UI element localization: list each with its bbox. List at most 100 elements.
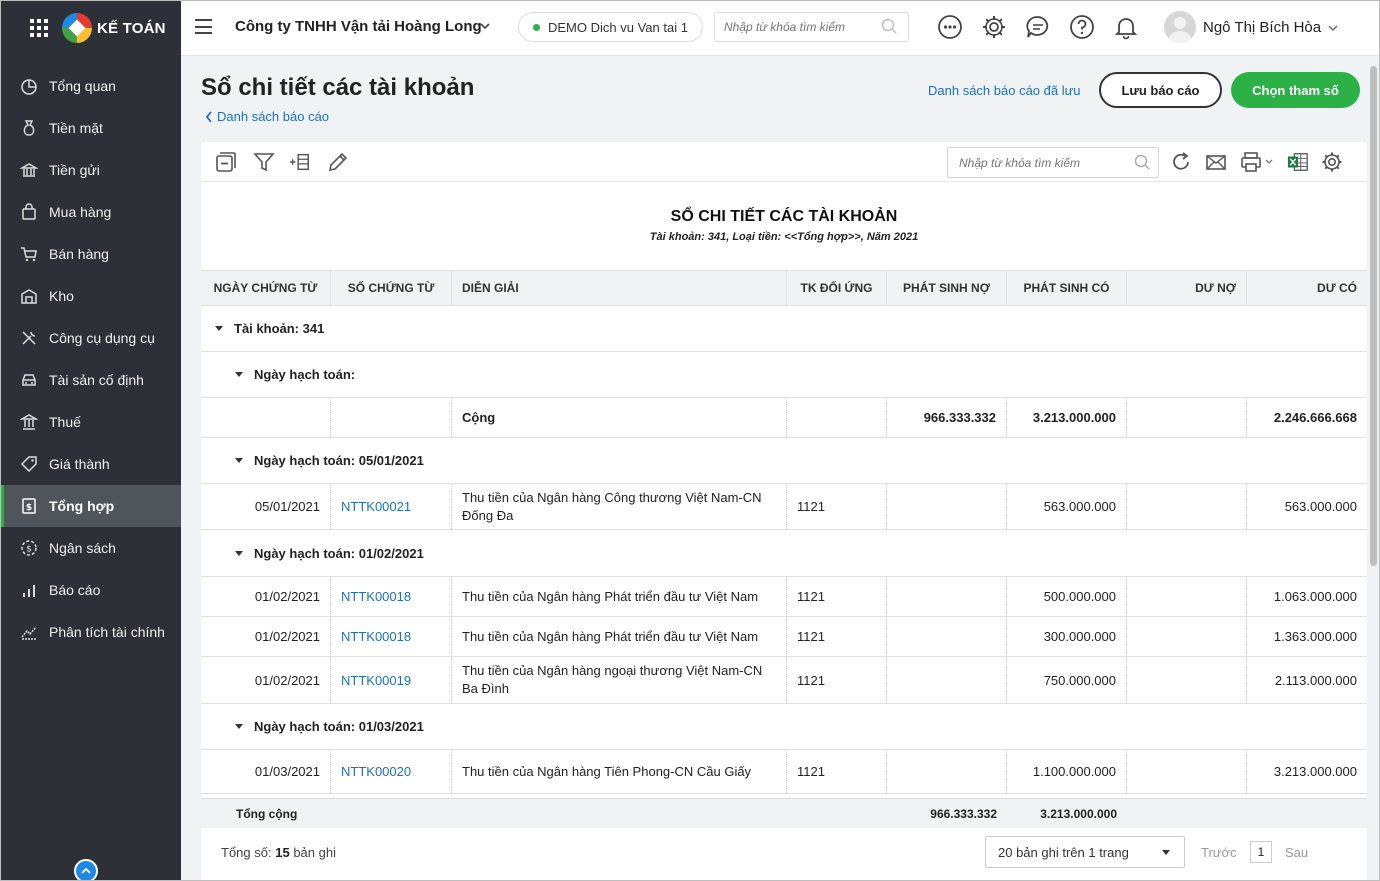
caret-down-icon[interactable]: [235, 372, 243, 377]
budget-coin-icon: $: [20, 539, 38, 557]
app-grid-icon[interactable]: [30, 19, 48, 37]
back-to-report-list-link[interactable]: Danh sách báo cáo: [205, 109, 329, 124]
save-report-button[interactable]: Lưu báo cáo: [1099, 72, 1222, 108]
sidebar-item-tong-hop[interactable]: $ Tổng hợp: [0, 485, 181, 527]
report-search-input[interactable]: [947, 147, 1159, 178]
sidebar-item-ban-hang[interactable]: Bán hàng: [0, 233, 181, 275]
report-toolbar: [201, 142, 1367, 182]
page-size-select[interactable]: 20 bản ghi trên 1 trang: [985, 836, 1185, 868]
sidebar-item-tai-san[interactable]: Tài sản cố định: [0, 359, 181, 401]
voucher-link[interactable]: NTTK00020: [331, 750, 452, 793]
printer-icon: [1241, 152, 1273, 172]
group-label: Tài khoản: 341: [234, 321, 325, 336]
table-row[interactable]: 01/02/2021 NTTK00019 Thu tiền của Ngân h…: [201, 657, 1367, 704]
voucher-link[interactable]: NTTK00019: [331, 657, 452, 703]
group-row-date[interactable]: Ngày hạch toán: 05/01/2021: [201, 438, 1367, 484]
print-button[interactable]: [1239, 151, 1275, 173]
settings-button[interactable]: [981, 14, 1007, 40]
database-badge[interactable]: DEMO Dich vu Van tai 1: [518, 12, 703, 42]
sidebar-item-tong-quan[interactable]: Tổng quan: [0, 65, 181, 107]
pencil-icon: [328, 152, 348, 172]
email-button[interactable]: [1205, 151, 1227, 173]
sidebar-item-gia-thanh[interactable]: Giá thành: [0, 443, 181, 485]
refresh-button[interactable]: [1170, 151, 1192, 173]
table-row[interactable]: 01/02/2021 NTTK00018 Thu tiền của Ngân h…: [201, 577, 1367, 617]
sidebar-item-cong-cu[interactable]: Công cụ dụng cụ: [0, 317, 181, 359]
scrollbar-thumb[interactable]: [1370, 66, 1377, 566]
chevron-up-icon: [81, 867, 91, 874]
sidebar-item-tien-mat[interactable]: Tiền mặt: [0, 107, 181, 149]
caret-down-icon[interactable]: [235, 458, 243, 463]
col-header-voucher[interactable]: SỐ CHỨNG TỪ: [331, 271, 452, 305]
prev-page-button[interactable]: Trước: [1201, 845, 1237, 860]
col-header-debit-balance[interactable]: DƯ NỢ: [1127, 271, 1247, 305]
more-apps-button[interactable]: [937, 14, 963, 40]
saved-reports-link[interactable]: Danh sách báo cáo đã lưu: [928, 83, 1081, 98]
caret-down-icon[interactable]: [235, 724, 243, 729]
search-icon[interactable]: [1134, 154, 1151, 171]
company-selector[interactable]: Công ty TNHH Vận tải Hoàng Long: [235, 18, 482, 35]
content-area: Sổ chi tiết các tài khoản Danh sách báo …: [181, 56, 1380, 881]
voucher-link[interactable]: NTTK00021: [331, 484, 452, 529]
sidebar-item-label: Kho: [49, 288, 74, 304]
sidebar-item-mua-hang[interactable]: Mua hàng: [0, 191, 181, 233]
choose-parameters-button[interactable]: Chọn tham số: [1231, 72, 1360, 108]
next-page-button[interactable]: Sau: [1285, 845, 1308, 860]
voucher-link[interactable]: NTTK00018: [331, 577, 452, 616]
help-button[interactable]: [1069, 14, 1095, 40]
collapse-all-button[interactable]: [215, 151, 237, 173]
sidebar-item-ngan-sach[interactable]: $ Ngân sách: [0, 527, 181, 569]
status-dot-icon: [533, 23, 540, 31]
table-row[interactable]: 05/01/2021 NTTK00021 Thu tiền của Ngân h…: [201, 484, 1367, 530]
edit-template-button[interactable]: [327, 151, 349, 173]
col-header-description[interactable]: DIỄN GIẢI: [452, 271, 787, 305]
col-header-credit-balance[interactable]: DƯ CÓ: [1247, 271, 1367, 305]
notifications-button[interactable]: [1113, 14, 1139, 40]
col-header-debit[interactable]: PHÁT SINH NỢ: [887, 271, 1007, 305]
group-row-opening[interactable]: Ngày hạch toán:: [201, 352, 1367, 398]
cell-corresponding-account: 1121: [787, 657, 887, 703]
username[interactable]: Ngô Thị Bích Hòa: [1203, 19, 1321, 36]
export-excel-button[interactable]: [1287, 151, 1309, 173]
chevron-down-icon[interactable]: [479, 20, 491, 32]
group-row-date[interactable]: Ngày hạch toán: 01/03/2021: [201, 704, 1367, 750]
sidebar-item-thue[interactable]: Thuế: [0, 401, 181, 443]
sidebar-item-label: Tổng hợp: [49, 498, 115, 514]
sidebar-item-label: Tài sản cố định: [49, 372, 144, 388]
add-column-button[interactable]: [289, 151, 311, 173]
sidebar-item-phan-tich[interactable]: Phân tích tài chính: [0, 611, 181, 653]
group-row-account[interactable]: Tài khoản: 341: [201, 306, 1367, 352]
ledger-icon: $: [20, 497, 38, 515]
gear-icon: [983, 16, 1005, 38]
chat-button[interactable]: [1025, 14, 1051, 40]
caret-down-icon[interactable]: [215, 326, 223, 331]
page-number[interactable]: 1: [1250, 841, 1272, 863]
search-icon[interactable]: [881, 18, 898, 35]
voucher-link[interactable]: NTTK00018: [331, 617, 452, 656]
sidebar-item-tien-gui[interactable]: Tiền gửi: [0, 149, 181, 191]
cell-corresponding-account: 1121: [787, 577, 887, 616]
cell-credit: 563.000.000: [1007, 484, 1127, 529]
col-header-date[interactable]: NGÀY CHỨNG TỪ: [201, 271, 331, 305]
scroll-up-button[interactable]: [74, 859, 98, 881]
cell-credit: 500.000.000: [1007, 577, 1127, 616]
grand-total-credit: 3.213.000.000: [1040, 806, 1117, 821]
email-icon: [1206, 155, 1226, 170]
avatar[interactable]: [1164, 11, 1196, 43]
caret-down-icon[interactable]: [235, 550, 243, 556]
col-header-corresponding-account[interactable]: TK ĐỐI ỨNG: [787, 271, 887, 305]
col-header-credit[interactable]: PHÁT SINH CÓ: [1007, 271, 1127, 305]
top-search-input[interactable]: [714, 12, 909, 42]
group-row-date[interactable]: Ngày hạch toán: 01/02/2021: [201, 530, 1367, 577]
menu-icon[interactable]: [195, 19, 212, 34]
vertical-scrollbar[interactable]: [1367, 56, 1380, 881]
table-row[interactable]: 01/02/2021 NTTK00018 Thu tiền của Ngân h…: [201, 617, 1367, 657]
report-panel: SỔ CHI TIẾT CÁC TÀI KHOẢN Tài khoản: 341…: [201, 142, 1367, 881]
filter-button[interactable]: [253, 151, 275, 173]
sidebar-item-label: Công cụ dụng cụ: [49, 330, 155, 346]
sidebar-item-bao-cao[interactable]: Báo cáo: [0, 569, 181, 611]
table-row[interactable]: 01/03/2021 NTTK00020 Thu tiền của Ngân h…: [201, 750, 1367, 794]
chevron-down-icon[interactable]: [1327, 22, 1339, 34]
sidebar-item-kho[interactable]: Kho: [0, 275, 181, 317]
report-settings-button[interactable]: [1321, 151, 1343, 173]
